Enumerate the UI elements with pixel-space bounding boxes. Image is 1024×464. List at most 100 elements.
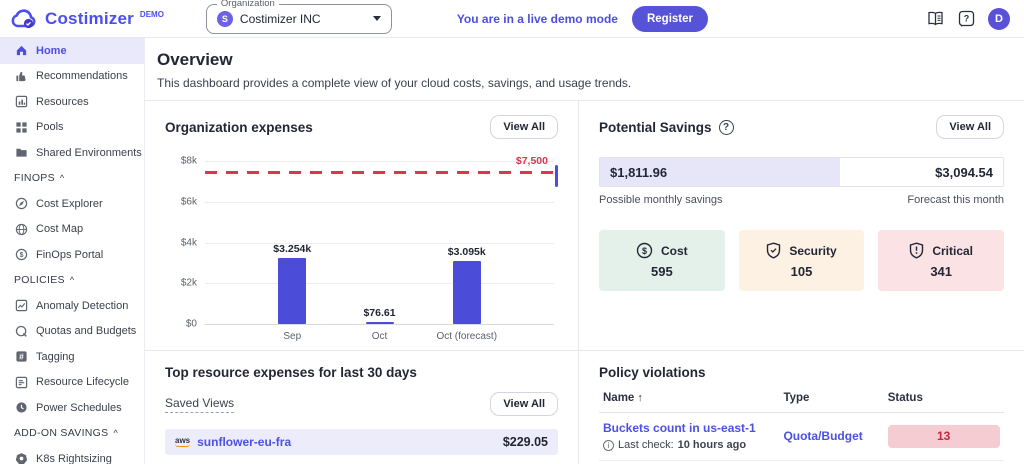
critical-card-value: 341: [930, 264, 952, 279]
clock-icon: [14, 401, 28, 415]
chart-scroll-indicator[interactable]: [555, 165, 558, 187]
sort-ascending-icon[interactable]: ↑: [637, 392, 643, 404]
svg-text:$: $: [642, 246, 647, 256]
chevron-up-icon: ^: [113, 428, 118, 438]
info-circle-icon: i: [603, 440, 614, 451]
savings-progress-filled: $1,811.96: [600, 158, 840, 186]
organization-select[interactable]: Organization S Costimizer INC: [206, 4, 392, 34]
bar-value-label: $3.254k: [273, 243, 311, 255]
gridline: [205, 243, 554, 244]
gridline: [205, 161, 554, 162]
organization-expenses-chart: $8k$6k$4k$2k$0 $7,500$3.254kSep$76.61Oct…: [165, 153, 558, 341]
cloud-logo-icon: [10, 9, 37, 29]
column-header-type[interactable]: Type: [783, 392, 887, 404]
sidebar-item-home[interactable]: Home: [0, 38, 144, 64]
main-content: Overview This dashboard provides a compl…: [145, 38, 1024, 464]
security-recommendations-card[interactable]: Security 105: [739, 230, 865, 291]
policy-violations-table: Name↑ Type Status Buckets count in us-ea…: [599, 392, 1004, 464]
help-icon[interactable]: ?: [957, 10, 975, 28]
sidebar-item-label: Tagging: [36, 351, 75, 363]
sidebar-item-label: K8s Rightsizing: [36, 453, 112, 464]
bar-oct-forecast-[interactable]: [453, 261, 481, 324]
bar-sep[interactable]: [278, 258, 306, 324]
sidebar-item-pools[interactable]: Pools: [0, 115, 144, 141]
possible-savings-label: Possible monthly savings: [599, 194, 723, 206]
critical-card-label: Critical: [932, 244, 973, 258]
sidebar-item-label: Resource Lifecycle: [36, 376, 129, 388]
policy-violation-row[interactable]: Buckets count in us-east-1 i Last check:…: [599, 413, 1004, 461]
organization-expenses-panel: Organization expenses View All $8k$6k$4k…: [145, 101, 579, 351]
sidebar-item-cost-explorer[interactable]: Cost Explorer: [0, 191, 144, 217]
user-avatar[interactable]: D: [988, 8, 1010, 30]
organization-select-label: Organization: [217, 0, 279, 9]
organization-avatar: S: [217, 11, 233, 27]
chevron-down-icon: [373, 16, 381, 21]
sidebar-item-k8s-rightsizing[interactable]: K8s Rightsizing: [0, 446, 144, 464]
sidebar-section-policies[interactable]: POLICIES^: [0, 268, 144, 294]
k8s-icon: [14, 452, 28, 464]
saved-views-link[interactable]: Saved Views: [165, 396, 234, 413]
dollar-circle-icon: $: [14, 248, 28, 262]
hashtag-icon: #: [14, 350, 28, 364]
sidebar-item-label: Cost Explorer: [36, 198, 103, 210]
x-axis-tick: Oct: [372, 331, 388, 342]
sidebar-item-anomaly-detection[interactable]: Anomaly Detection: [0, 293, 144, 319]
sidebar-item-label: Recommendations: [36, 70, 128, 82]
org-expenses-view-all-button[interactable]: View All: [490, 115, 558, 139]
resource-expense-row[interactable]: aws sunflower-eu-fra $229.05: [165, 429, 558, 455]
resource-expense-value: $229.05: [503, 435, 548, 449]
grid-icon: [14, 120, 28, 134]
column-header-name[interactable]: Name↑: [603, 392, 783, 404]
security-card-label: Security: [789, 244, 836, 258]
y-axis-tick: $8k: [181, 156, 197, 167]
y-axis-tick: $0: [186, 319, 197, 330]
aws-provider-icon: aws: [175, 436, 190, 447]
anomaly-chart-icon: [14, 299, 28, 313]
y-axis-tick: $2k: [181, 278, 197, 289]
limit-threshold-label: $7,500: [516, 155, 548, 167]
gridline: [205, 202, 554, 203]
critical-recommendations-card[interactable]: Critical 341: [878, 230, 1004, 291]
cost-card-label: Cost: [661, 244, 688, 258]
organization-expenses-title: Organization expenses: [165, 120, 313, 135]
sidebar-item-resource-lifecycle[interactable]: Resource Lifecycle: [0, 370, 144, 396]
column-header-status[interactable]: Status: [888, 392, 1004, 404]
security-card-value: 105: [791, 264, 813, 279]
sidebar-item-recommendations[interactable]: Recommendations: [0, 64, 144, 90]
violation-status-badge: 13: [888, 425, 1000, 448]
sidebar-item-power-schedules[interactable]: Power Schedules: [0, 395, 144, 421]
violation-type-link[interactable]: Quota/Budget: [783, 429, 887, 443]
bar-oct[interactable]: [366, 322, 394, 324]
cost-recommendations-card[interactable]: $ Cost 595: [599, 230, 725, 291]
sidebar-item-cost-map[interactable]: Cost Map: [0, 217, 144, 243]
dollar-circle-icon: $: [636, 242, 653, 259]
top-resources-view-all-button[interactable]: View All: [490, 392, 558, 416]
chevron-up-icon: ^: [70, 275, 75, 285]
sidebar-item-tagging[interactable]: # Tagging: [0, 344, 144, 370]
x-axis-tick: Oct (forecast): [436, 331, 497, 342]
shield-alert-icon: [909, 242, 924, 259]
demo-mode-notice: You are in a live demo mode: [457, 12, 618, 26]
app-header: Costimizer DEMO Organization S Costimize…: [0, 0, 1024, 38]
resource-name-link[interactable]: sunflower-eu-fra: [197, 435, 496, 449]
y-axis-tick: $4k: [181, 237, 197, 248]
docs-book-icon[interactable]: [926, 10, 944, 28]
sidebar-item-quotas-and-budgets[interactable]: Quotas and Budgets: [0, 319, 144, 345]
globe-icon: [14, 222, 28, 236]
sidebar-item-label: Anomaly Detection: [36, 300, 128, 312]
sidebar-item-shared-environments[interactable]: Shared Environments: [0, 140, 144, 166]
bar-value-label: $3.095k: [448, 246, 486, 258]
bar-value-label: $76.61: [363, 307, 395, 319]
sidebar-item-finops-portal[interactable]: $FinOps Portal: [0, 242, 144, 268]
violation-name-link[interactable]: Buckets count in us-east-1: [603, 421, 783, 435]
savings-help-icon[interactable]: ?: [719, 120, 734, 135]
sidebar-section-add-on-savings[interactable]: ADD-ON SAVINGS^: [0, 421, 144, 447]
logo-text: Costimizer: [45, 9, 134, 29]
chart-plot-area: $7,500$3.254kSep$76.61Oct$3.095kOct (for…: [205, 161, 554, 324]
chevron-up-icon: ^: [60, 173, 65, 183]
savings-view-all-button[interactable]: View All: [936, 115, 1004, 139]
sidebar-section-finops[interactable]: FINOPS^: [0, 166, 144, 192]
sidebar-item-resources[interactable]: Resources: [0, 89, 144, 115]
register-button[interactable]: Register: [632, 6, 708, 32]
app-logo[interactable]: Costimizer DEMO: [45, 9, 164, 29]
